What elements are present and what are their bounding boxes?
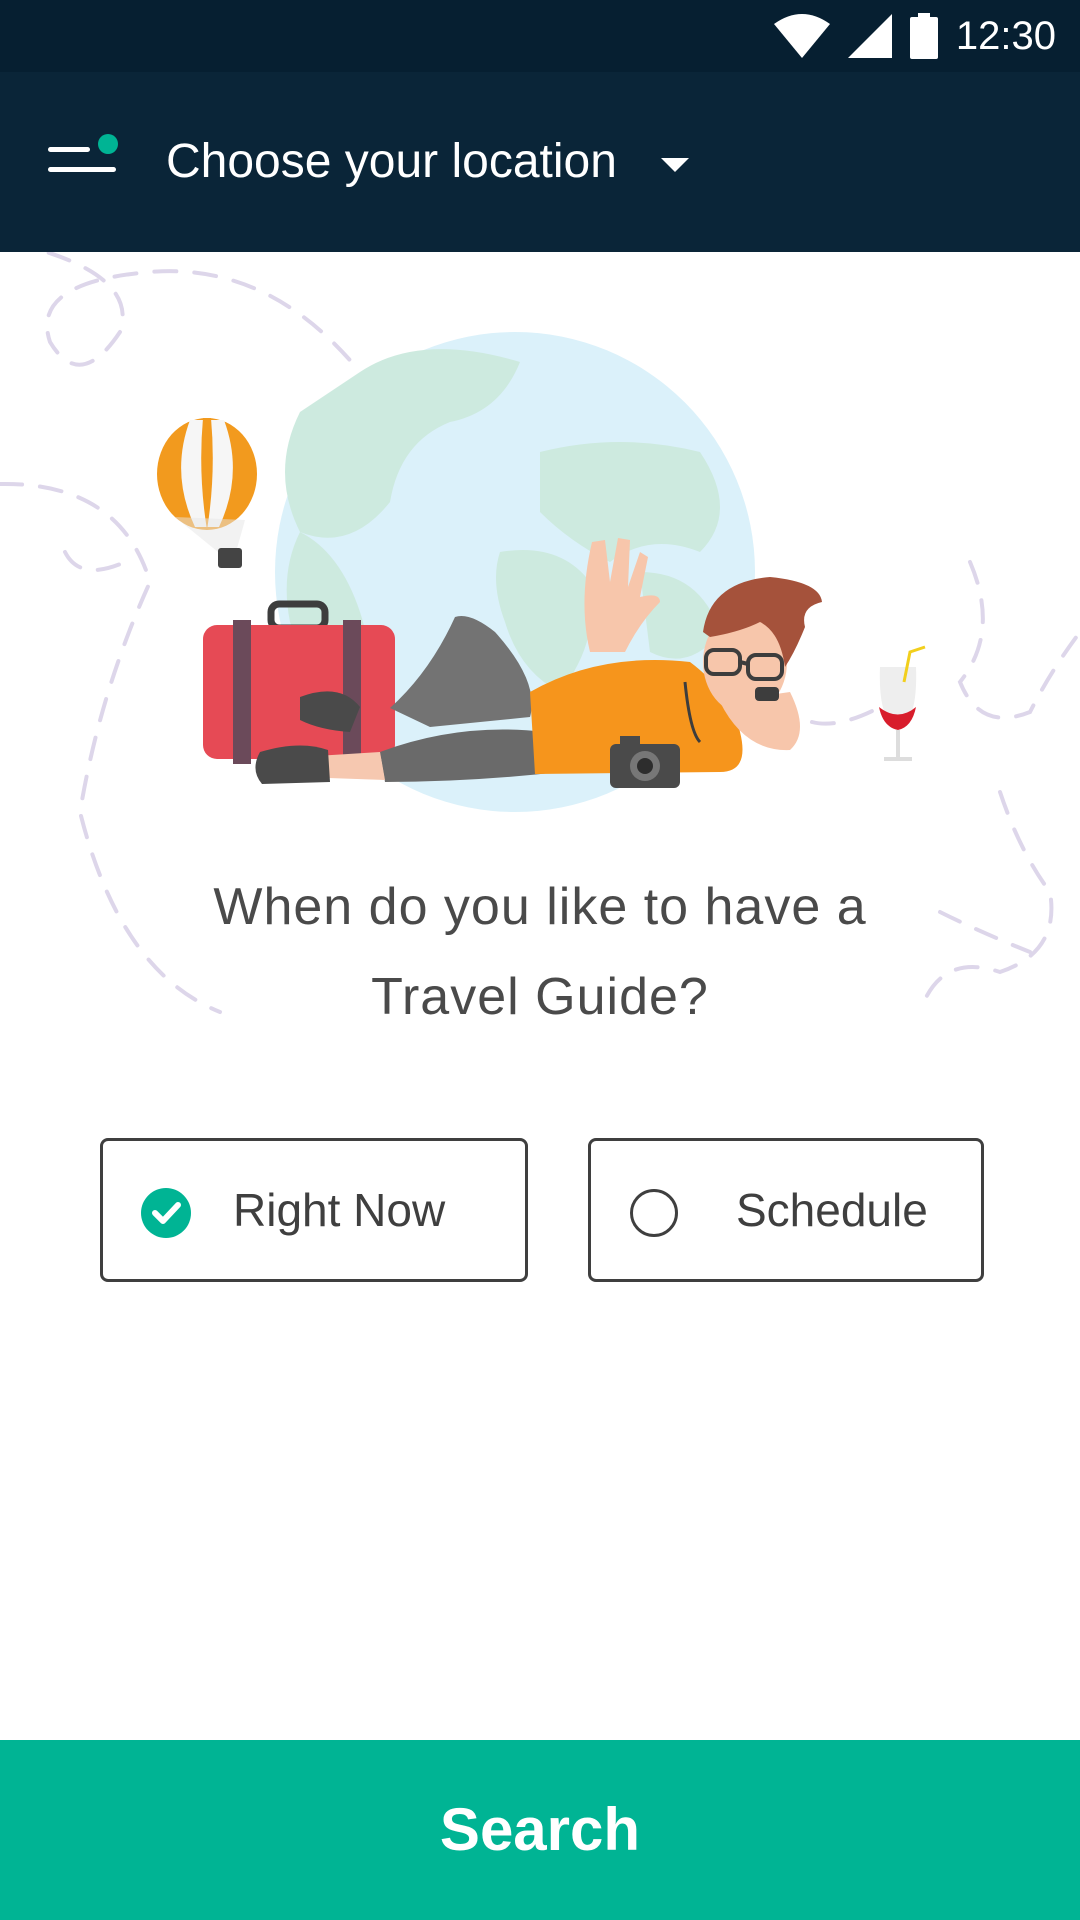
cellular-signal-icon bbox=[847, 14, 892, 58]
question-line-1: When do you like to have a bbox=[213, 878, 867, 936]
cocktail-glass bbox=[879, 645, 926, 761]
app-bar: Choose your location bbox=[0, 72, 1080, 252]
radio-unchecked-icon bbox=[630, 1189, 678, 1237]
menu-button[interactable] bbox=[44, 134, 124, 190]
status-time: 12:30 bbox=[955, 13, 1056, 58]
option-right-now-label: Right Now bbox=[233, 1184, 446, 1236]
option-schedule-label: Schedule bbox=[736, 1184, 928, 1236]
suitcase bbox=[203, 600, 395, 764]
hot-air-balloon bbox=[157, 418, 257, 568]
option-schedule[interactable]: Schedule bbox=[588, 1138, 984, 1282]
menu-notification-icon bbox=[48, 134, 118, 172]
status-bar: 12:30 bbox=[0, 0, 1080, 72]
wifi-icon bbox=[773, 14, 830, 58]
status-icons: 12:30 bbox=[773, 10, 1056, 62]
question-line-2: Travel Guide? bbox=[371, 968, 709, 1026]
caret-down-icon[interactable] bbox=[655, 152, 695, 176]
option-right-now[interactable]: Right Now bbox=[100, 1138, 528, 1282]
location-selector[interactable]: Choose your location bbox=[166, 124, 617, 200]
search-button[interactable]: Search bbox=[0, 1740, 1080, 1920]
checkmark-circle-icon bbox=[141, 1188, 191, 1238]
question-text: When do you like to have a Travel Guide? bbox=[90, 862, 990, 1042]
main-content: When do you like to have a Travel Guide?… bbox=[0, 252, 1080, 1740]
battery-icon bbox=[909, 13, 938, 59]
